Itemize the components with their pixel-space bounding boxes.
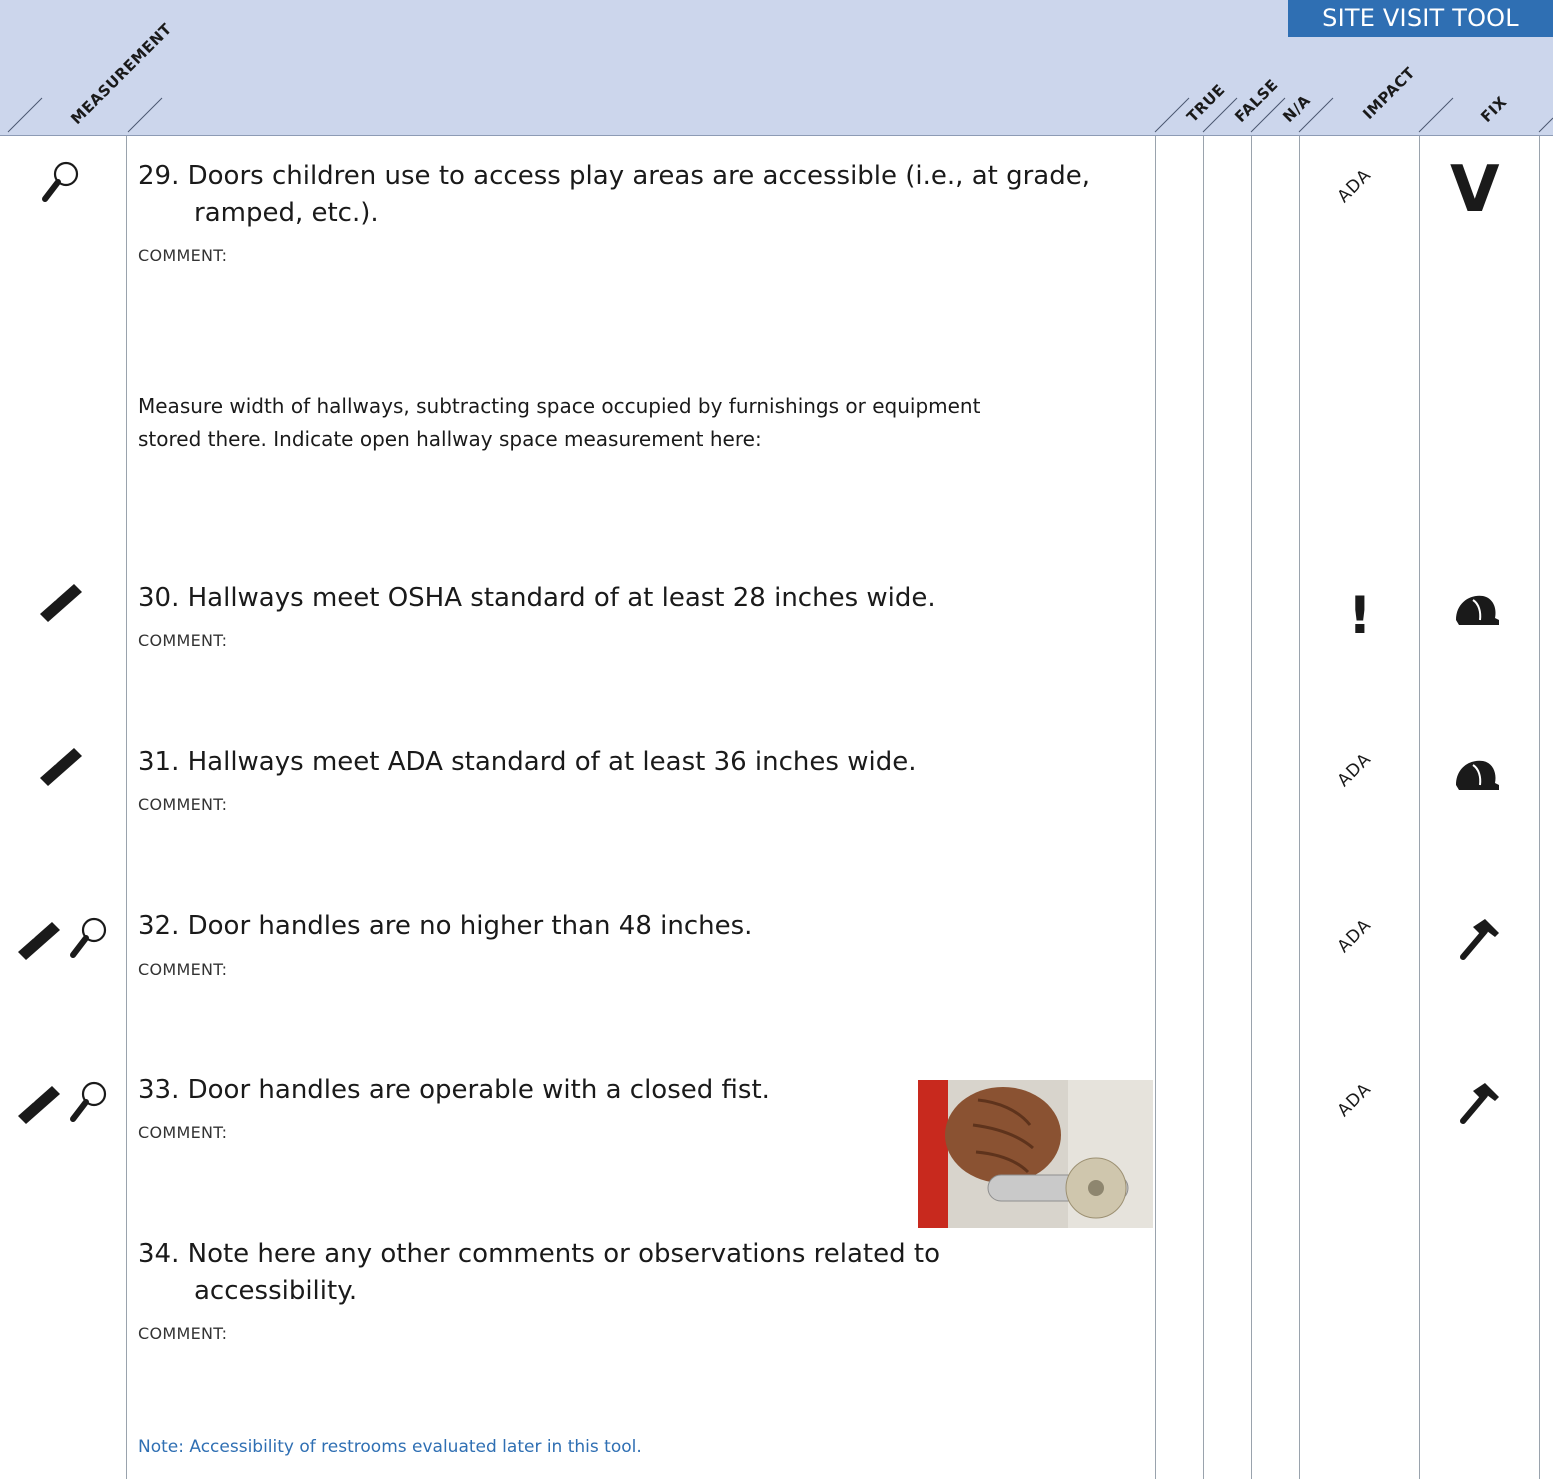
ruler-icon <box>39 747 83 787</box>
instruction-line: stored there. Indicate open hallway spac… <box>138 427 762 451</box>
column-divider <box>126 136 127 1479</box>
ruler-icon <box>17 1085 61 1125</box>
item-text: 29. Doors children use to access play ar… <box>138 161 1090 191</box>
column-divider <box>1539 136 1540 1479</box>
column-divider <box>1155 136 1156 1479</box>
ruler-icon <box>17 921 61 961</box>
item-text-continued: ramped, etc.). <box>194 198 379 228</box>
fix-v-mark: V <box>1450 153 1500 227</box>
instruction-line: Measure width of hallways, subtracting s… <box>138 394 981 418</box>
impact-ada: ADA <box>1333 749 1376 791</box>
comment-label: COMMENT: <box>138 631 228 650</box>
checklist-item-33: 33. Door handles are operable with a clo… <box>138 1072 770 1109</box>
closed-fist-door-handle-photo <box>918 1080 1153 1228</box>
header-slashes <box>7 97 1553 133</box>
column-divider <box>1251 136 1252 1479</box>
column-divider <box>1299 136 1300 1479</box>
hard-hat-icon <box>1455 594 1500 626</box>
item-text: 32. Door handles are no higher than 48 i… <box>138 911 753 941</box>
hammer-icon <box>1455 915 1505 965</box>
hammer-icon <box>1455 1079 1505 1129</box>
comment-label: COMMENT: <box>138 960 228 979</box>
magnifier-icon <box>40 160 90 210</box>
item-text: 31. Hallways meet ADA standard of at lea… <box>138 747 917 777</box>
measurement-instruction: Measure width of hallways, subtracting s… <box>138 390 1138 456</box>
comment-label: COMMENT: <box>138 795 228 814</box>
checklist-item-32: 32. Door handles are no higher than 48 i… <box>138 908 752 945</box>
checklist-item-31: 31. Hallways meet ADA standard of at lea… <box>138 744 916 781</box>
item-text: 30. Hallways meet OSHA standard of at le… <box>138 583 936 613</box>
impact-ada: ADA <box>1333 1079 1376 1121</box>
restrooms-note: Note: Accessibility of restrooms evaluat… <box>138 1437 642 1457</box>
item-text: 33. Door handles are operable with a clo… <box>138 1075 770 1105</box>
impact-exclamation: ! <box>1348 586 1372 646</box>
impact-ada: ADA <box>1333 915 1376 957</box>
item-text: 34. Note here any other comments or obse… <box>138 1239 940 1269</box>
ruler-icon <box>39 583 83 623</box>
impact-ada: ADA <box>1333 165 1376 207</box>
hard-hat-icon <box>1455 759 1500 791</box>
magnifier-icon <box>68 1080 118 1130</box>
column-divider <box>1419 136 1420 1479</box>
item-text-continued: accessibility. <box>194 1276 358 1306</box>
checklist-item-29: 29. Doors children use to access play ar… <box>138 158 1090 232</box>
comment-label: COMMENT: <box>138 1123 228 1142</box>
comment-label: COMMENT: <box>138 1324 228 1343</box>
magnifier-icon <box>68 916 118 966</box>
column-divider <box>1203 136 1204 1479</box>
checklist-item-30: 30. Hallways meet OSHA standard of at le… <box>138 580 936 617</box>
comment-label: COMMENT: <box>138 246 228 265</box>
checklist-item-34: 34. Note here any other comments or obse… <box>138 1236 940 1310</box>
